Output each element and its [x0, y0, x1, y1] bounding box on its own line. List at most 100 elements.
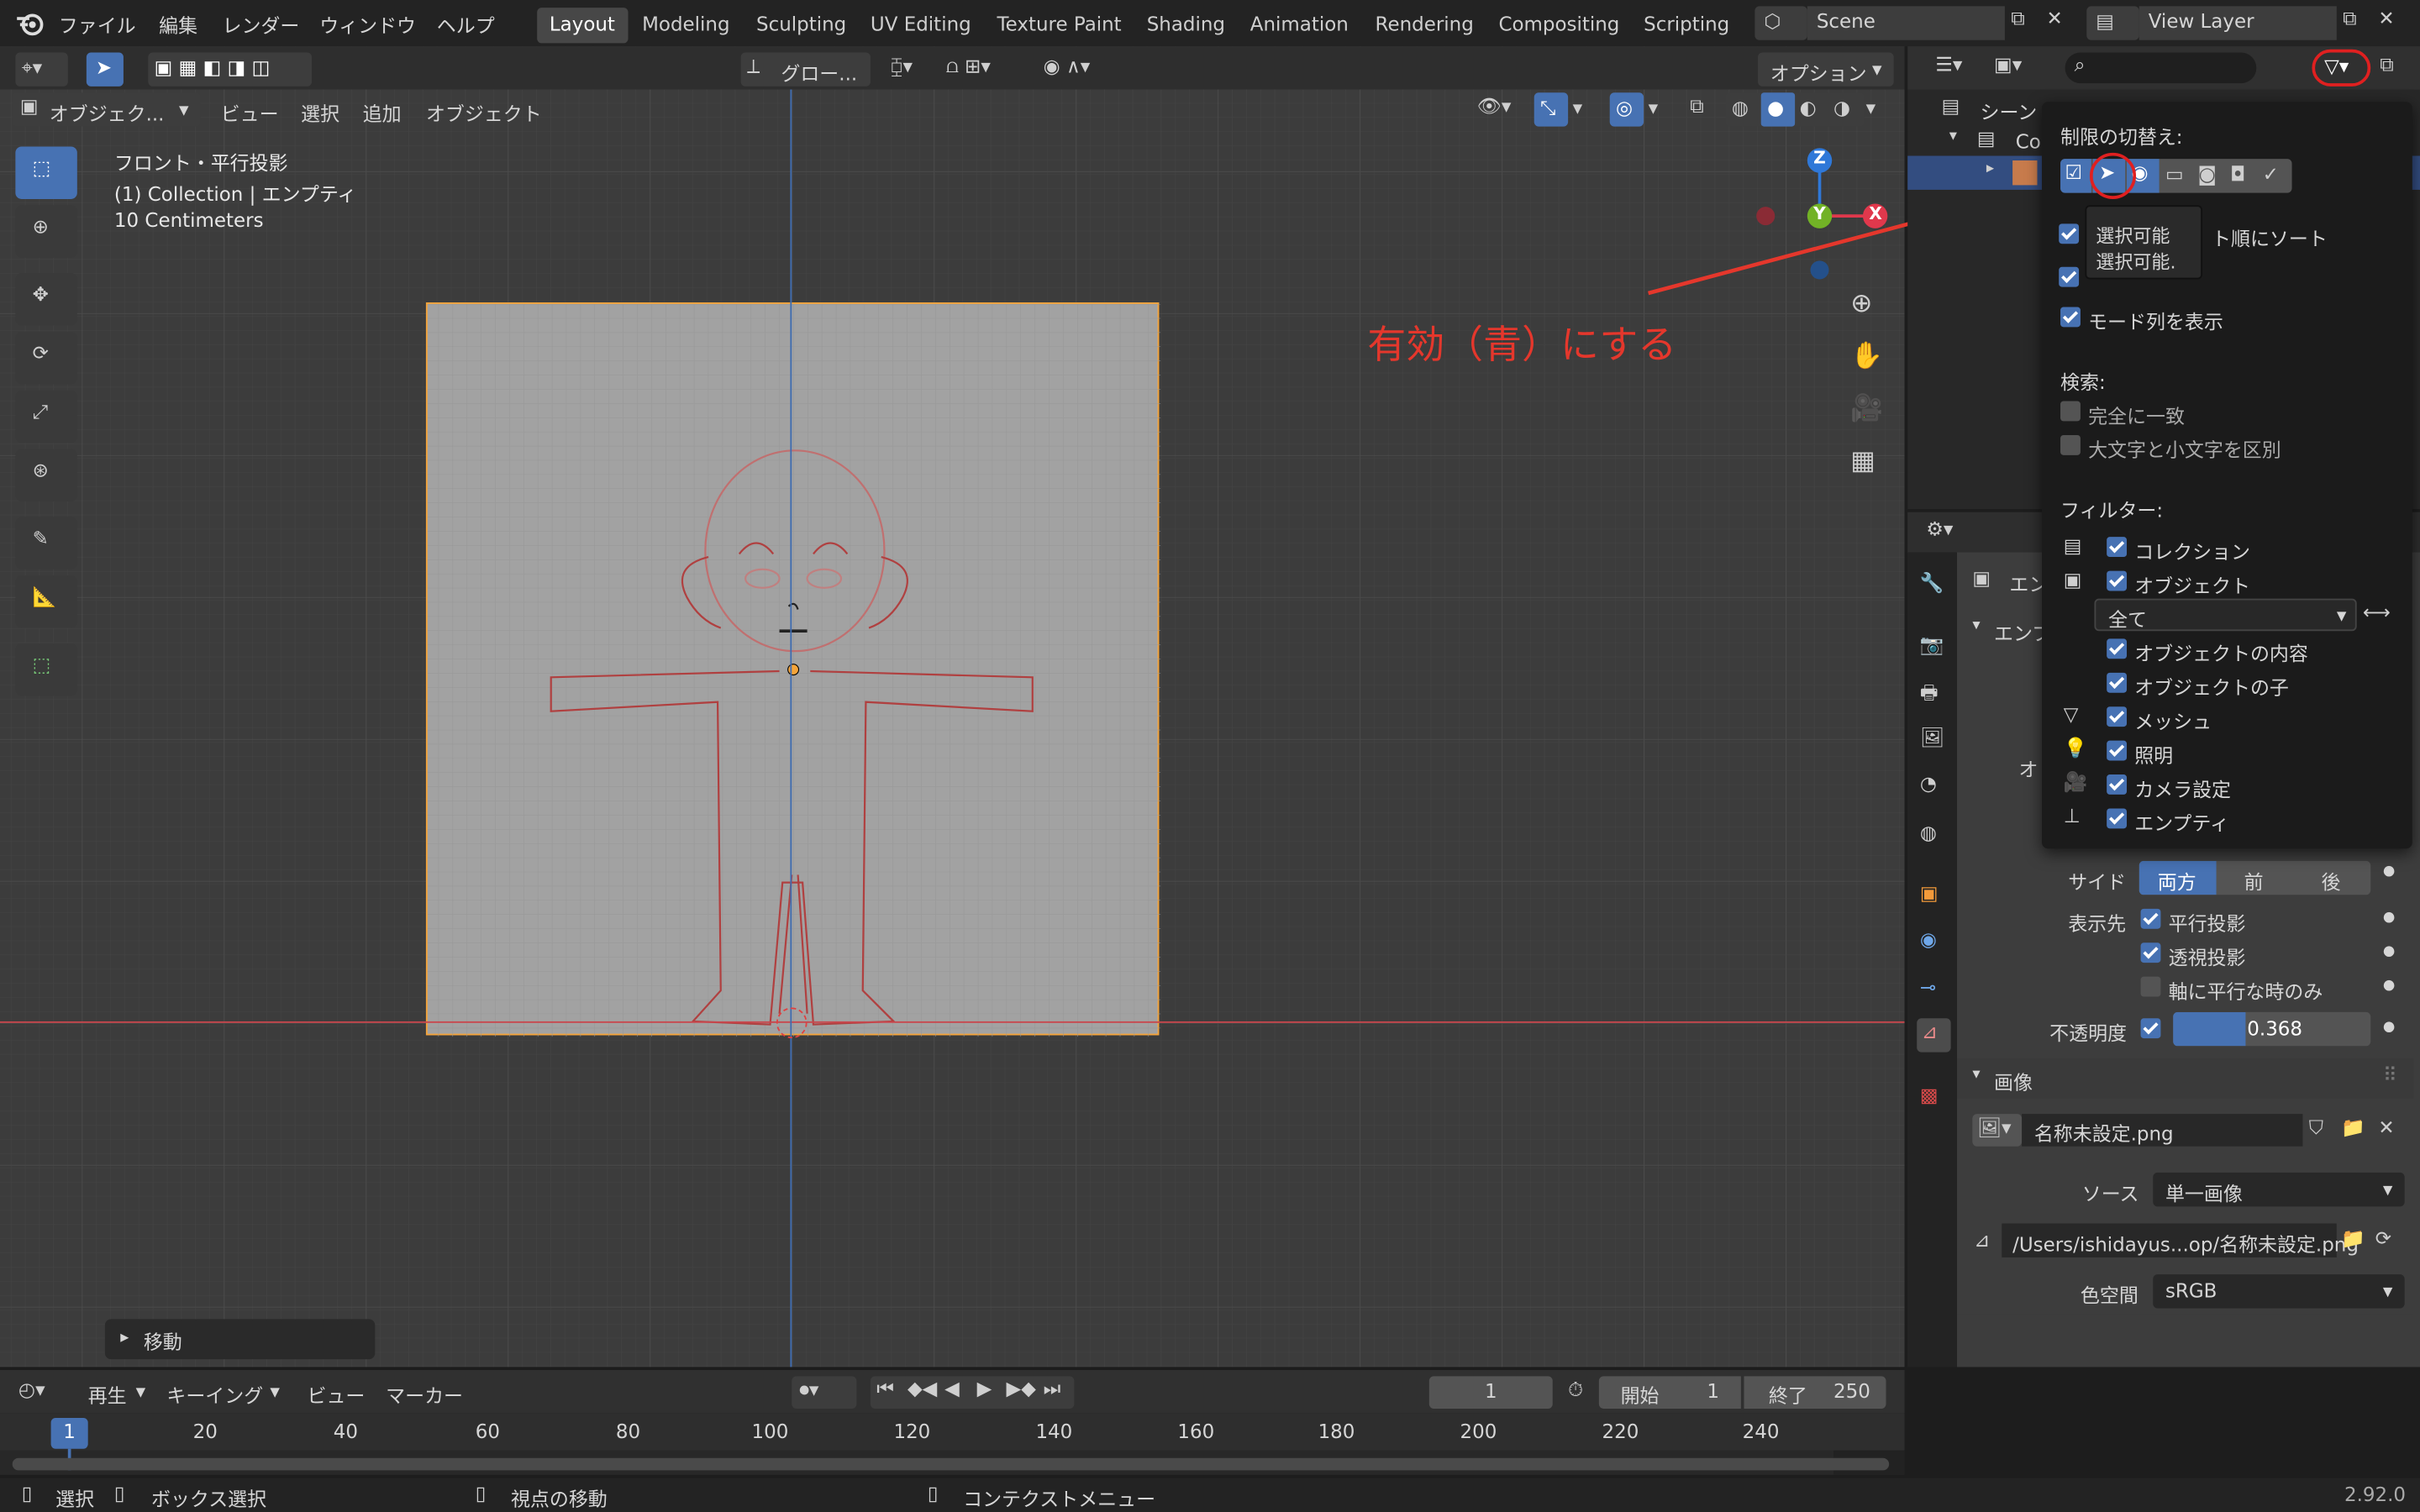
keyframe-dot-icon[interactable]: ●	[2383, 1020, 2395, 1035]
chevron-down-icon[interactable]: ▾	[1573, 96, 1583, 119]
proportional-edit-icon[interactable]: ◉ ∧▾	[1044, 54, 1091, 77]
delete-scene-icon[interactable]: ✕	[2047, 6, 2063, 29]
pivot-icon[interactable]: ⧮▾	[891, 54, 913, 78]
measure-tool[interactable]: 📐	[15, 575, 77, 628]
colorspace-dropdown[interactable]: sRGB ▾	[2153, 1274, 2405, 1309]
transform-orientation-dropdown[interactable]: ⟂ グロー...	[740, 52, 871, 87]
start-frame-field[interactable]: 開始 1	[1598, 1376, 1741, 1409]
object-type-dropdown[interactable]: 全て ▾	[2094, 598, 2357, 632]
output-tab-icon[interactable]: 🖶	[1920, 679, 1939, 711]
rotate-tool[interactable]: ⟳	[15, 331, 77, 385]
render-tab-icon[interactable]: 📷	[1920, 633, 1944, 657]
image-browse-button[interactable]: 🖼▾	[1972, 1114, 2023, 1147]
jump-start-icon[interactable]: ⏮	[876, 1376, 894, 1400]
open-folder-icon[interactable]: 📁	[2341, 1226, 2365, 1251]
show-mode-column-checkbox[interactable]	[2060, 307, 2081, 328]
timeline-editor-icon[interactable]: ◴▾	[18, 1378, 45, 1401]
camera-icon[interactable]: 🎥	[1850, 393, 1883, 424]
render-camera-icon[interactable]: ◙	[2198, 162, 2217, 186]
blender-logo-icon[interactable]	[14, 9, 45, 37]
play-reverse-icon[interactable]: ◀	[944, 1376, 960, 1399]
tab-animation[interactable]: Animation	[1238, 8, 1360, 43]
options-dropdown[interactable]: オプション ▾	[1758, 52, 1894, 87]
overlay-toggle[interactable]: ◎	[1609, 92, 1644, 127]
delete-view-layer-icon[interactable]: ✕	[2378, 6, 2394, 29]
tool-tab-icon[interactable]: 🔧	[1920, 571, 1944, 596]
menu-view[interactable]: ビュー	[221, 97, 279, 127]
new-scene-icon[interactable]: ⧉	[2011, 6, 2024, 30]
object-contents-checkbox[interactable]	[2107, 638, 2128, 659]
chevron-down-icon[interactable]: ▾	[1866, 96, 1876, 119]
menu-select[interactable]: 選択	[301, 97, 339, 127]
expand-arrow-icon[interactable]: ▾	[1972, 617, 1980, 634]
shading-buttons[interactable]: ◍ ● ◐ ◑	[1725, 92, 1865, 127]
cameras-checkbox[interactable]	[2107, 774, 2128, 795]
scene-tab-icon[interactable]: ◔	[1920, 771, 1937, 795]
scene-selector[interactable]: ⬡	[1754, 6, 1807, 40]
fake-user-shield-icon[interactable]: ⛉	[2309, 1116, 2323, 1140]
collections-checkbox[interactable]	[2107, 537, 2128, 558]
new-collection-icon[interactable]: ⧉	[2380, 52, 2393, 76]
reload-icon[interactable]: ⟳	[2375, 1226, 2391, 1250]
menu-view[interactable]: ビュー	[308, 1379, 366, 1409]
open-folder-icon[interactable]: 📁	[2341, 1116, 2365, 1140]
next-keyframe-icon[interactable]: ▶◆	[1007, 1376, 1036, 1399]
texture-tab-icon[interactable]: ▩	[1920, 1083, 1939, 1106]
pan-hand-icon[interactable]: ✋	[1850, 341, 1883, 372]
jump-end-icon[interactable]: ⏭	[1044, 1376, 1061, 1400]
xray-icon[interactable]: ⧉	[1690, 94, 1703, 118]
tab-shading[interactable]: Shading	[1134, 8, 1238, 43]
select-box-tool[interactable]: ⬚	[15, 146, 77, 199]
transform-tool[interactable]: ⊛	[15, 449, 77, 501]
filter-button[interactable]: ▽▾	[2312, 49, 2371, 87]
holdout-icon[interactable]: ◘	[2230, 162, 2245, 186]
tab-compositing[interactable]: Compositing	[1486, 8, 1632, 43]
menu-help[interactable]: ヘルプ	[437, 9, 495, 39]
tab-modeling[interactable]: Modeling	[629, 8, 742, 43]
view-layer-tab-icon[interactable]: 🖼	[1920, 725, 1944, 749]
source-dropdown[interactable]: 単一画像 ▾	[2153, 1172, 2405, 1207]
prev-keyframe-icon[interactable]: ◆◀	[908, 1376, 937, 1399]
menu-keying[interactable]: キーイング	[166, 1379, 263, 1409]
view-layer-selector[interactable]: ▤	[2086, 6, 2139, 40]
menu-playback[interactable]: 再生	[88, 1379, 127, 1409]
empties-checkbox[interactable]	[2107, 808, 2128, 829]
scene-field[interactable]: Scene	[1807, 6, 2005, 40]
image-name-field[interactable]: 名称未設定.png	[2022, 1114, 2303, 1147]
meshes-checkbox[interactable]	[2107, 706, 2128, 727]
reference-image-empty[interactable]	[425, 302, 1161, 1037]
end-frame-field[interactable]: 終了 250	[1744, 1376, 1886, 1409]
tab-layout[interactable]: Layout	[537, 8, 628, 44]
outliner-search-input[interactable]: ⌕	[2065, 52, 2257, 84]
unlink-icon[interactable]: ✕	[2378, 1116, 2394, 1139]
object-tab-icon[interactable]: ▣	[1920, 881, 1939, 905]
menu-file[interactable]: ファイル	[59, 9, 136, 39]
tab-sculpting[interactable]: Sculpting	[744, 8, 859, 43]
menu-add[interactable]: 追加	[363, 97, 402, 127]
tab-scripting[interactable]: Scripting	[1631, 8, 1741, 43]
opacity-checkbox[interactable]	[2140, 1018, 2161, 1039]
display-mode-icon[interactable]: ▣▾	[1994, 52, 2022, 76]
chevron-down-icon[interactable]: ▾	[1649, 96, 1659, 119]
image-panel-header[interactable]: ▾ 画像 ⠿	[1956, 1058, 2414, 1099]
select-tool-button[interactable]: ➤	[86, 52, 124, 87]
new-view-layer-icon[interactable]: ⧉	[2343, 6, 2356, 30]
ortho-grid-icon[interactable]: ▦	[1850, 446, 1876, 477]
data-tab-active[interactable]: ⊿	[1917, 1018, 1951, 1053]
exclude-toggle[interactable]: ☑	[2060, 159, 2091, 193]
second-option-checkbox[interactable]	[2059, 266, 2080, 287]
auto-keying-button[interactable]: ⏺▾	[792, 1376, 857, 1409]
tab-rendering[interactable]: Rendering	[1363, 8, 1486, 43]
move-tool[interactable]: ✥	[15, 273, 77, 326]
lights-checkbox[interactable]	[2107, 740, 2128, 761]
cursor-tool[interactable]: ⊕	[15, 205, 77, 258]
menu-marker[interactable]: マーカー	[386, 1379, 463, 1409]
menu-object[interactable]: オブジェクト	[426, 97, 542, 127]
keyframe-dot-icon[interactable]: ●	[2383, 978, 2395, 993]
editor-type-icon[interactable]: ⚙▾	[1926, 517, 1953, 540]
last-operator-panel[interactable]: ▸ 移動	[104, 1319, 376, 1360]
timeline-area[interactable]: 1 20 40 60 80 100 120 140 160 180 200 22…	[0, 1413, 1905, 1475]
case-sensitive-checkbox[interactable]	[2060, 434, 2081, 455]
side-both-button[interactable]: 両方	[2139, 860, 2217, 895]
side-front-button[interactable]: 前	[2244, 865, 2264, 895]
